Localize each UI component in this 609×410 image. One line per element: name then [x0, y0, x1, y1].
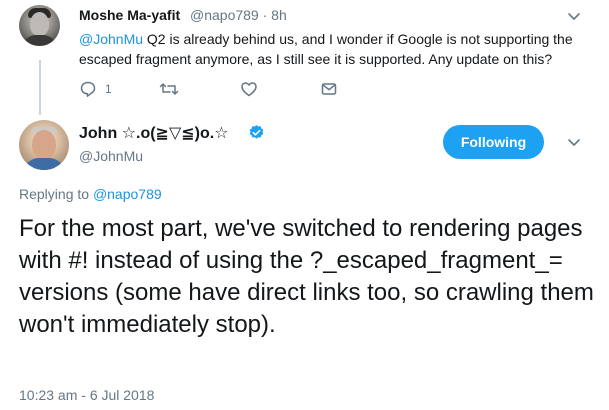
direct-message-button[interactable]: [320, 79, 338, 99]
verified-badge-icon: [248, 124, 265, 141]
author-name[interactable]: Moshe Ma-yafit: [79, 7, 180, 23]
avatar[interactable]: [19, 120, 69, 170]
thread-connector-line: [39, 60, 41, 115]
reply-icon: [79, 80, 97, 98]
chevron-down-icon[interactable]: [566, 8, 582, 24]
replying-to: Replying to @napo789: [19, 186, 162, 202]
replying-to-mention[interactable]: @napo789: [93, 186, 162, 202]
replying-to-label: Replying to: [19, 186, 93, 202]
author-handle[interactable]: @JohnMu: [79, 148, 143, 164]
like-button[interactable]: [240, 79, 258, 99]
following-button[interactable]: Following: [443, 125, 544, 159]
reply-count: 1: [105, 82, 112, 96]
retweet-button[interactable]: [159, 79, 179, 99]
author-name[interactable]: John ☆.o(≧▽≦)o.☆: [79, 123, 229, 143]
tweet-text: @JohnMu Q2 is already behind us, and I w…: [79, 29, 584, 69]
tweet-text-body: Q2 is already behind us, and I wonder if…: [79, 31, 573, 67]
tweet-text: For the most part, we've switched to ren…: [19, 215, 594, 338]
mention-link[interactable]: @JohnMu: [79, 31, 143, 47]
like-icon: [240, 80, 258, 98]
author-handle-time[interactable]: @napo789 · 8h: [190, 7, 287, 23]
direct-message-icon: [320, 80, 338, 98]
tweet-timestamp[interactable]: 10:23 am - 6 Jul 2018: [19, 387, 154, 403]
avatar[interactable]: [19, 5, 60, 46]
reply-button[interactable]: 1: [79, 79, 112, 99]
chevron-down-icon[interactable]: [566, 134, 582, 150]
tweet-actions: 1: [79, 79, 379, 99]
retweet-icon: [159, 80, 179, 98]
